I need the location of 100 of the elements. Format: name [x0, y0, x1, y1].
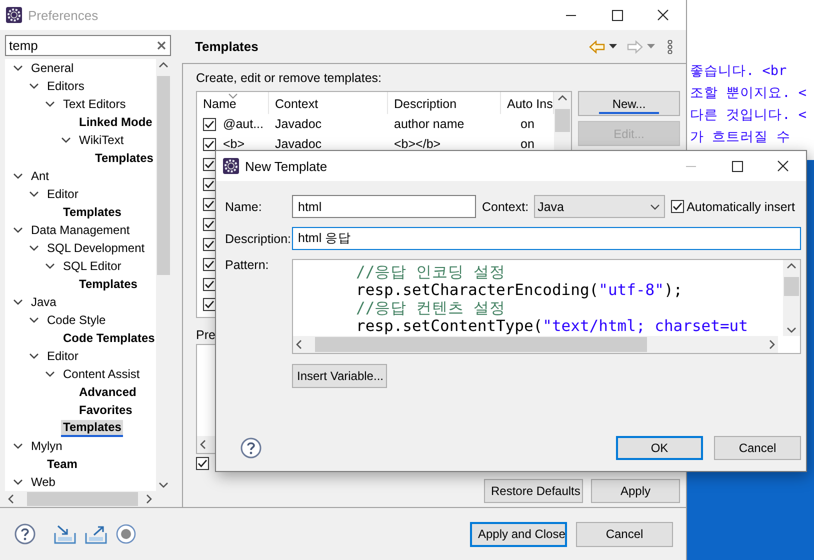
chevron-down-icon[interactable]	[45, 261, 55, 271]
filter-field[interactable]: temp	[5, 35, 171, 56]
column-header[interactable]: Description	[388, 92, 501, 114]
checkbox-label[interactable]: Automatically insert	[686, 200, 795, 214]
table-cell-text: Javadoc	[274, 137, 323, 151]
side-button[interactable]: New...	[578, 91, 680, 116]
description-field[interactable]: html 응답	[292, 227, 801, 250]
gear-icon	[6, 7, 22, 23]
chevron-down-icon[interactable]	[29, 81, 39, 91]
tree-item[interactable]: Web	[29, 474, 58, 490]
chevron-down-icon[interactable]	[29, 315, 39, 325]
tree-item[interactable]: Java	[29, 294, 58, 310]
help-icon[interactable]	[240, 437, 262, 459]
code-line: resp.setCharacterEncoding("utf-8");	[356, 281, 684, 299]
name-field[interactable]: html	[292, 195, 476, 218]
chevron-down-icon[interactable]	[13, 171, 23, 181]
field-label: Name:	[225, 200, 263, 214]
chevron-down-icon[interactable]	[45, 99, 55, 109]
table-cell-text: <b></b>	[393, 137, 442, 151]
page-description: Create, edit or remove templates:	[196, 70, 382, 86]
insert-variable-button[interactable]: Insert Variable...	[292, 364, 387, 388]
chevron-down-icon[interactable]	[13, 297, 23, 307]
checkbox[interactable]	[203, 218, 216, 230]
tree-item[interactable]: Code Templates	[61, 330, 156, 346]
clear-icon[interactable]	[157, 41, 166, 50]
checkbox[interactable]	[203, 118, 216, 130]
tree-item[interactable]: Text Editors	[61, 96, 128, 112]
tree-item[interactable]: Code Style	[45, 312, 108, 328]
tree-item[interactable]: Team	[45, 456, 80, 472]
apply-and-close-button[interactable]: Apply and Close	[470, 522, 567, 546]
field-label: Context:	[482, 200, 529, 214]
checkbox[interactable]	[203, 198, 216, 210]
chevron-down-icon[interactable]	[13, 477, 23, 487]
restore-defaults-button[interactable]: Restore Defaults	[484, 479, 583, 503]
tree-item[interactable]: Linked Mode	[77, 114, 154, 130]
table-cell: @aut...	[223, 117, 264, 131]
page-title: Templates	[195, 39, 258, 54]
context-dropdown[interactable]: Java	[534, 195, 665, 218]
tree-item[interactable]: Ant	[29, 168, 52, 184]
apply-button[interactable]: Apply	[591, 479, 680, 503]
checkbox[interactable]	[203, 298, 216, 310]
checkbox[interactable]	[670, 200, 684, 213]
tree-item[interactable]: Advanced	[77, 384, 138, 400]
tree-item[interactable]: Templates	[77, 276, 140, 292]
import-icon[interactable]	[54, 524, 76, 544]
export-icon[interactable]	[85, 524, 107, 544]
field-label: Pattern:	[225, 258, 270, 272]
chevron-down-icon[interactable]	[13, 441, 23, 451]
tree-item[interactable]: Mylyn	[29, 438, 64, 454]
dropdown-triangle-icon[interactable]	[609, 44, 617, 49]
table-cell-text: Javadoc	[274, 117, 323, 131]
table-cell: <b>	[223, 137, 245, 151]
tree-item[interactable]: Content Assist	[61, 366, 142, 382]
chevron-down-icon[interactable]	[29, 189, 39, 199]
checkbox[interactable]	[203, 178, 216, 190]
tree-item[interactable]: Templates	[61, 204, 124, 220]
checkbox[interactable]	[196, 457, 209, 470]
code-line: 가 흐트러질 수	[690, 128, 792, 147]
tree-item[interactable]: Data Management	[29, 222, 132, 238]
tree-item[interactable]: Editor	[45, 348, 80, 364]
tree-item[interactable]: General	[29, 60, 76, 76]
tree-item[interactable]: Templates	[93, 150, 156, 166]
caret-icon	[650, 204, 660, 210]
tree-item[interactable]: Editor	[45, 186, 80, 202]
chevron-down-icon[interactable]	[13, 225, 23, 235]
pattern-editor[interactable]: //응답 인코딩 설정 resp.setCharacterEncoding("utf-8"); //응답 컨텐츠 설정 resp.setContentType("text/html; charset=ut	[292, 259, 801, 354]
chevron-down-icon[interactable]	[45, 369, 55, 379]
record-icon[interactable]	[116, 524, 136, 544]
tree-item[interactable]: Templates	[61, 420, 124, 436]
ok-button[interactable]: OK	[616, 436, 703, 460]
chevron-down-icon[interactable]	[61, 135, 71, 145]
checkbox[interactable]	[203, 258, 216, 270]
checkbox[interactable]	[203, 138, 216, 150]
dropdown-value: Java	[538, 200, 564, 214]
chevron-down-icon[interactable]	[13, 63, 23, 73]
checkbox[interactable]	[203, 278, 216, 290]
checkbox[interactable]	[203, 238, 216, 250]
column-header[interactable]: Name	[197, 92, 269, 114]
checkbox[interactable]	[203, 158, 216, 170]
cancel-button[interactable]: Cancel	[714, 436, 801, 460]
tree-item[interactable]: Favorites	[77, 402, 134, 418]
code-line: resp.setContentType("text/html; charset=ut	[356, 317, 749, 335]
more-options-icon[interactable]	[667, 40, 673, 54]
tree-item[interactable]: Editors	[45, 78, 86, 94]
column-header[interactable]: Context	[269, 92, 388, 114]
chevron-down-icon[interactable]	[29, 243, 39, 253]
table-cell-text: on	[520, 117, 536, 131]
window-title: Preferences	[28, 8, 98, 22]
tree-item[interactable]: WikiText	[77, 132, 126, 148]
field-label: Description:	[225, 232, 292, 246]
code-line: 다른 것입니다. <	[690, 106, 808, 125]
code-line: //응답 컨텐츠 설정	[356, 299, 506, 317]
tree-item[interactable]: SQL Development	[45, 240, 147, 256]
sort-caret-icon	[228, 93, 238, 99]
tree-item[interactable]: SQL Editor	[61, 258, 124, 274]
gear-icon	[223, 158, 239, 174]
cancel-button[interactable]: Cancel	[576, 522, 673, 546]
help-icon[interactable]	[14, 523, 36, 545]
chevron-down-icon[interactable]	[29, 351, 39, 361]
code-line: 좋습니다. <br	[690, 62, 788, 81]
